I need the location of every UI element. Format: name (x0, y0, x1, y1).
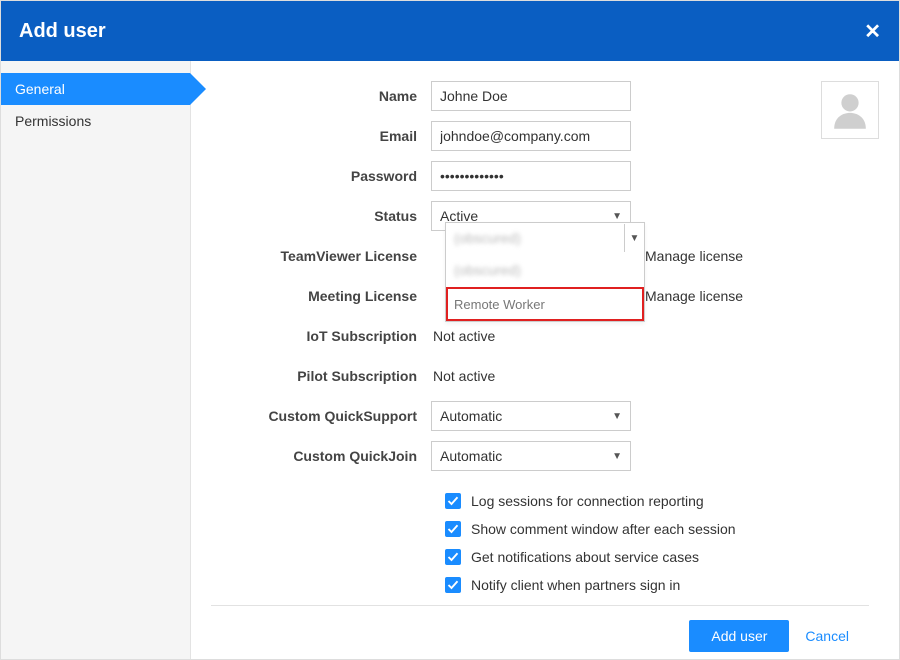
cqs-value: Automatic (440, 408, 502, 424)
checkbox-notifications[interactable] (445, 549, 461, 565)
form-scroll: Name Email Password (201, 81, 879, 605)
cqj-value: Automatic (440, 448, 502, 464)
checkbox-log-sessions-row: Log sessions for connection reporting (445, 493, 879, 509)
password-input[interactable] (431, 161, 631, 191)
dialog-body: General Permissions Name Email (1, 61, 899, 659)
avatar-placeholder-icon (827, 87, 873, 133)
checkbox-label: Notify client when partners sign in (471, 577, 680, 593)
tab-label: Permissions (15, 113, 91, 129)
add-user-button[interactable]: Add user (689, 620, 789, 652)
avatar[interactable] (821, 81, 879, 139)
chevron-down-icon: ▼ (612, 411, 622, 422)
pilot-subscription-label: Pilot Subscription (201, 368, 431, 384)
form-area: Name Email Password (191, 61, 899, 659)
name-label: Name (201, 88, 431, 104)
license-option-remote-worker[interactable]: Remote Worker (446, 287, 644, 321)
tab-general[interactable]: General (1, 73, 190, 105)
checkbox-notifications-row: Get notifications about service cases (445, 549, 879, 565)
custom-quicksupport-label: Custom QuickSupport (201, 408, 431, 424)
custom-quickjoin-label: Custom QuickJoin (201, 448, 431, 464)
checkbox-label: Get notifications about service cases (471, 549, 699, 565)
chevron-down-icon: ▼ (612, 451, 622, 462)
checkbox-label: Show comment window after each session (471, 521, 736, 537)
meeting-license-label: Meeting License (201, 288, 431, 304)
teamviewer-license-value: (obscured) (446, 230, 529, 246)
manage-license-link-tv[interactable]: Manage license (645, 248, 743, 264)
status-label: Status (201, 208, 431, 224)
close-icon[interactable]: ✕ (864, 19, 881, 44)
name-input[interactable] (431, 81, 631, 111)
checkbox-notify-client[interactable] (445, 577, 461, 593)
license-option-obscured[interactable]: (obscured) (446, 253, 644, 287)
checkbox-show-comment-row: Show comment window after each session (445, 521, 879, 537)
dialog-header: Add user ✕ (1, 1, 899, 61)
password-label: Password (201, 168, 431, 184)
checkbox-show-comment[interactable] (445, 521, 461, 537)
sidebar: General Permissions (1, 61, 191, 659)
manage-license-link-meeting[interactable]: Manage license (645, 288, 743, 304)
checkbox-log-sessions[interactable] (445, 493, 461, 509)
chevron-down-icon: ▼ (612, 211, 622, 222)
custom-quickjoin-select[interactable]: Automatic ▼ (431, 441, 631, 471)
teamviewer-license-label: TeamViewer License (201, 248, 431, 264)
add-user-dialog: Add user ✕ General Permissions Name E (0, 0, 900, 660)
iot-subscription-label: IoT Subscription (201, 328, 431, 344)
checkbox-notify-client-row: Notify client when partners sign in (445, 577, 879, 593)
chevron-down-icon: ▼ (624, 224, 644, 252)
pilot-subscription-value: Not active (431, 368, 495, 384)
dialog-footer: Add user Cancel (211, 605, 869, 659)
iot-subscription-value: Not active (431, 328, 495, 344)
email-label: Email (201, 128, 431, 144)
teamviewer-license-dropdown: (obscured) ▼ (obscured) Remote Worker (445, 222, 645, 322)
checkbox-label: Log sessions for connection reporting (471, 493, 704, 509)
tab-label: General (15, 81, 65, 97)
cancel-button[interactable]: Cancel (805, 628, 849, 644)
teamviewer-license-select[interactable]: (obscured) ▼ (446, 223, 644, 253)
tab-permissions[interactable]: Permissions (1, 105, 190, 137)
custom-quicksupport-select[interactable]: Automatic ▼ (431, 401, 631, 431)
email-input[interactable] (431, 121, 631, 151)
dialog-title: Add user (19, 20, 106, 43)
